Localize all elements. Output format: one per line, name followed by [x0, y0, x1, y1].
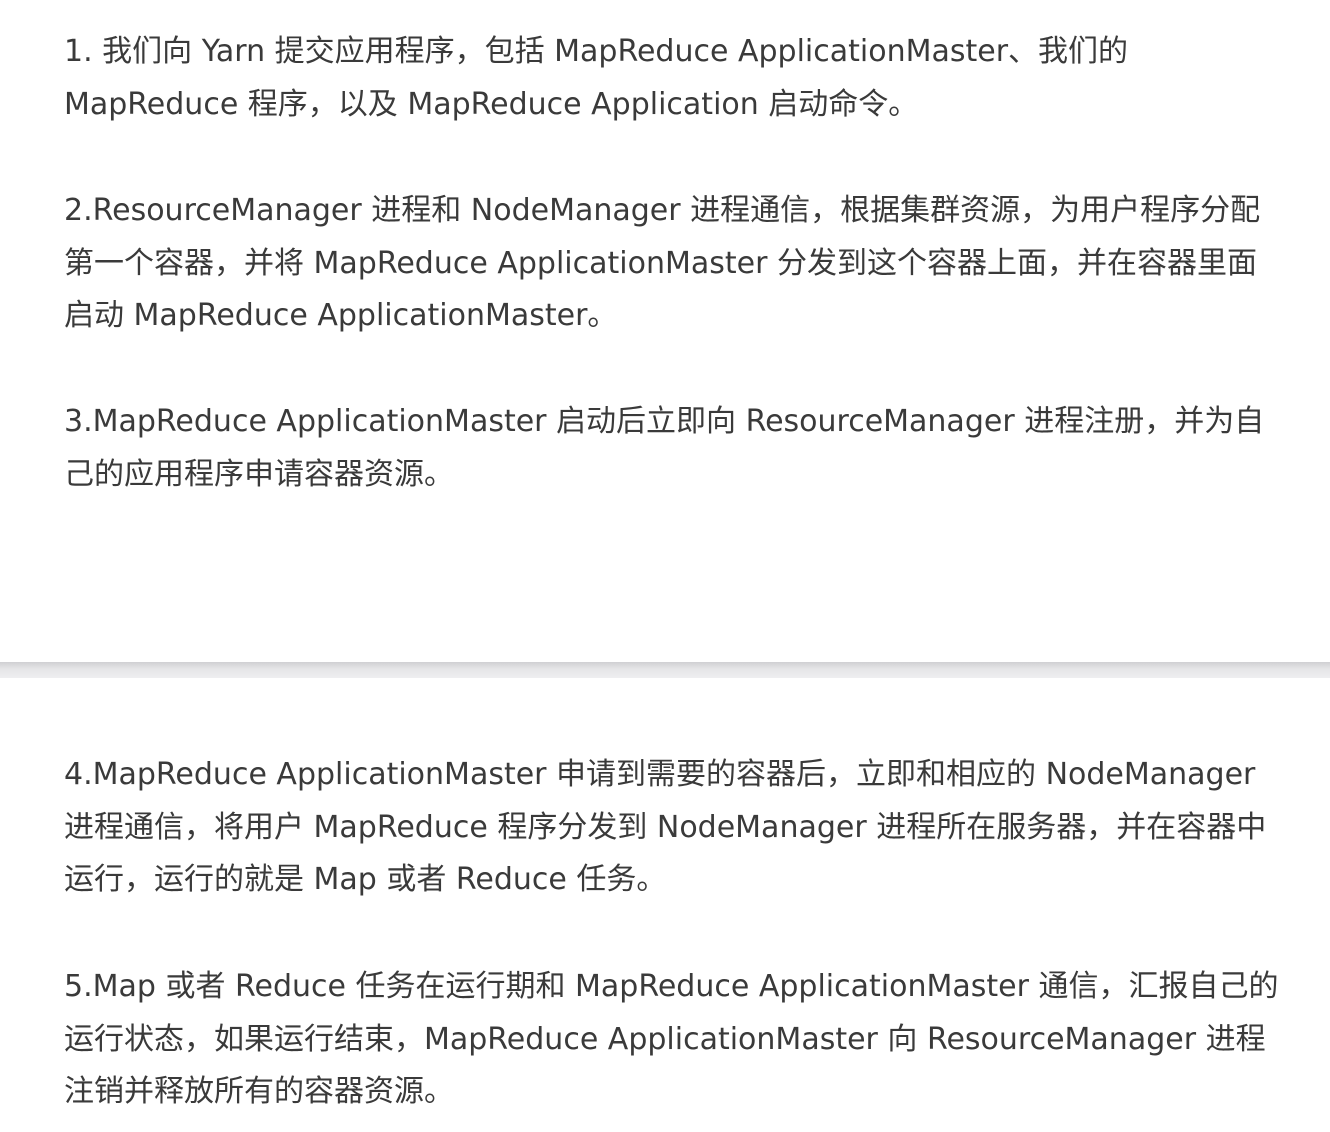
text-line: 注销并释放所有的容器资源。: [64, 1074, 454, 1109]
text-line: 2.ResourceManager 进程和 NodeManager 进程通信，根…: [64, 193, 1261, 228]
step-1-paragraph: 1. 我们向 Yarn 提交应用程序，包括 MapReduce Applicat…: [64, 26, 1128, 131]
text-line: 己的应用程序申请容器资源。: [64, 456, 454, 492]
text-line: 4.MapReduce ApplicationMaster 申请到需要的容器后，…: [64, 757, 1256, 792]
section-divider: [0, 662, 1330, 678]
step-3-paragraph: 3.MapReduce ApplicationMaster 启动后立即向 Res…: [64, 396, 1264, 501]
text-line: 进程通信，将用户 MapReduce 程序分发到 NodeManager 进程所…: [64, 809, 1267, 845]
text-line: 运行状态，如果运行结束，MapReduce ApplicationMaster …: [64, 1021, 1266, 1057]
step-4-paragraph: 4.MapReduce ApplicationMaster 申请到需要的容器后，…: [64, 749, 1266, 907]
step-5-paragraph: 5.Map 或者 Reduce 任务在运行期和 MapReduce Applic…: [64, 961, 1278, 1119]
text-line: 第一个容器，并将 MapReduce ApplicationMaster 分发到…: [64, 245, 1257, 281]
text-line: 3.MapReduce ApplicationMaster 启动后立即向 Res…: [64, 404, 1265, 439]
document-section-bottom: 4.MapReduce ApplicationMaster 申请到需要的容器后，…: [0, 678, 1330, 1132]
step-2-paragraph: 2.ResourceManager 进程和 NodeManager 进程通信，根…: [64, 185, 1260, 343]
text-line: 1. 我们向 Yarn 提交应用程序，包括 MapReduce Applicat…: [64, 34, 1129, 69]
text-line: MapReduce 程序，以及 MapReduce Application 启动…: [64, 86, 919, 122]
text-line: 5.Map 或者 Reduce 任务在运行期和 MapReduce Applic…: [64, 969, 1279, 1004]
text-line: 启动 MapReduce ApplicationMaster。: [64, 298, 618, 333]
document-section-top: 1. 我们向 Yarn 提交应用程序，包括 MapReduce Applicat…: [0, 0, 1330, 662]
text-line: 运行，运行的就是 Map 或者 Reduce 任务。: [64, 862, 667, 897]
